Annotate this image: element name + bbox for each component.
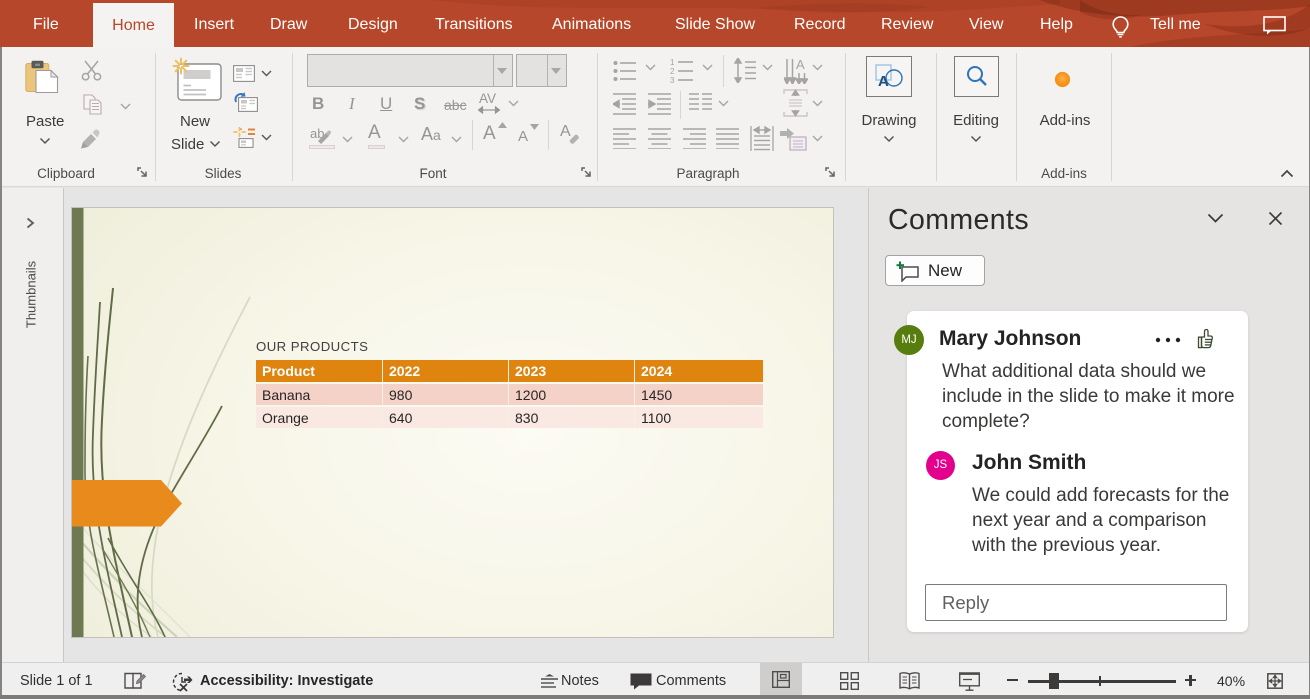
svg-text:3: 3 [670, 76, 675, 83]
svg-text:A: A [878, 73, 889, 89]
svg-text:A: A [796, 57, 805, 72]
svg-text:1: 1 [670, 58, 675, 67]
svg-text:2: 2 [670, 67, 675, 76]
